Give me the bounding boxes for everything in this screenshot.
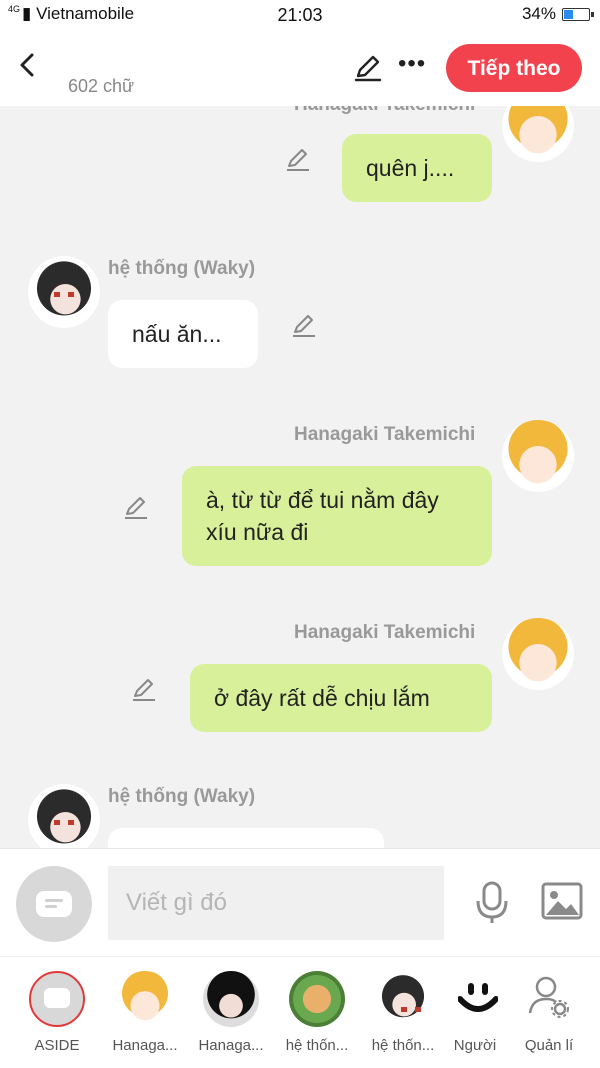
tab-character[interactable]: Người xyxy=(434,967,504,1063)
smiley-icon xyxy=(458,983,498,1012)
sender-name: Hanagaki Takemichi xyxy=(294,424,476,445)
avatar-takemichi[interactable] xyxy=(502,420,574,492)
pencil-icon[interactable] xyxy=(290,312,318,340)
message-bubble[interactable] xyxy=(108,828,384,848)
tab-label: Người xyxy=(453,1037,497,1054)
battery-percent: 34% xyxy=(521,4,556,23)
manage-user-icon xyxy=(528,976,569,1018)
message-bubble[interactable]: quên j.... xyxy=(342,134,492,202)
back-icon[interactable] xyxy=(14,50,42,80)
image-icon[interactable] xyxy=(540,881,584,921)
pencil-icon[interactable] xyxy=(352,52,384,84)
pencil-icon[interactable] xyxy=(130,676,158,704)
more-icon[interactable]: ••• xyxy=(398,50,426,78)
compose-bar xyxy=(0,848,600,957)
avatar xyxy=(117,971,173,1027)
sender-name: hệ thống (Waky) xyxy=(108,258,256,279)
clock: 21:03 xyxy=(277,5,323,25)
battery-fill xyxy=(564,9,573,19)
message-bubble[interactable]: nấu ăn... xyxy=(108,300,258,368)
chat-area[interactable]: Hanagaki Takemichi quên j.... hệ thống (… xyxy=(0,106,600,848)
tab-label: ASIDE xyxy=(34,1037,80,1054)
tab-character[interactable]: Hanaga... xyxy=(188,967,274,1063)
tab-label: hệ thốn... xyxy=(285,1037,349,1054)
sender-name: hệ thống (Waky) xyxy=(108,786,256,807)
next-button[interactable]: Tiếp theo xyxy=(446,44,582,92)
sender-name: Hanagaki Takemichi xyxy=(294,622,476,643)
pencil-icon[interactable] xyxy=(122,494,150,522)
avatar-waky[interactable] xyxy=(28,256,100,328)
aside-button[interactable] xyxy=(16,866,92,942)
tab-label: Hanaga... xyxy=(112,1037,178,1054)
status-bar: 4G ▮ Vietnamobile 21:03 34% xyxy=(0,0,600,32)
avatar xyxy=(289,971,345,1027)
message-bubble[interactable]: à, từ từ để tui nằm đây xíu nữa đi xyxy=(182,466,492,566)
tab-aside[interactable]: ASIDE xyxy=(14,967,100,1063)
tab-character[interactable]: Hanaga... xyxy=(102,967,188,1063)
pencil-icon[interactable] xyxy=(284,146,312,174)
battery-status: 34% xyxy=(521,4,594,24)
microphone-icon[interactable] xyxy=(472,881,512,925)
sender-name: Hanagaki Takemichi xyxy=(294,106,475,116)
message-bubble[interactable]: ở đây rất dễ chịu lắm xyxy=(190,664,492,732)
avatar-waky[interactable] xyxy=(28,784,100,848)
top-bar: 602 chữ ••• Tiếp theo xyxy=(0,32,600,106)
tab-character[interactable]: hệ thốn... xyxy=(274,967,360,1063)
word-count: 602 chữ xyxy=(68,76,135,96)
avatar xyxy=(375,971,431,1027)
message-input[interactable] xyxy=(108,866,444,940)
battery-icon xyxy=(562,7,594,21)
aside-icon xyxy=(29,971,85,1027)
tab-label: Hanaga... xyxy=(198,1037,264,1054)
character-tab-bar: ASIDE Hanaga... Hanaga... hệ thốn... hệ … xyxy=(0,956,600,1068)
avatar-takemichi[interactable] xyxy=(502,618,574,690)
aside-icon xyxy=(36,891,72,917)
avatar xyxy=(203,971,259,1027)
tab-label: Quản lí xyxy=(524,1037,574,1054)
tab-manage[interactable]: Quản lí xyxy=(506,967,592,1063)
avatar-takemichi[interactable] xyxy=(502,106,574,162)
